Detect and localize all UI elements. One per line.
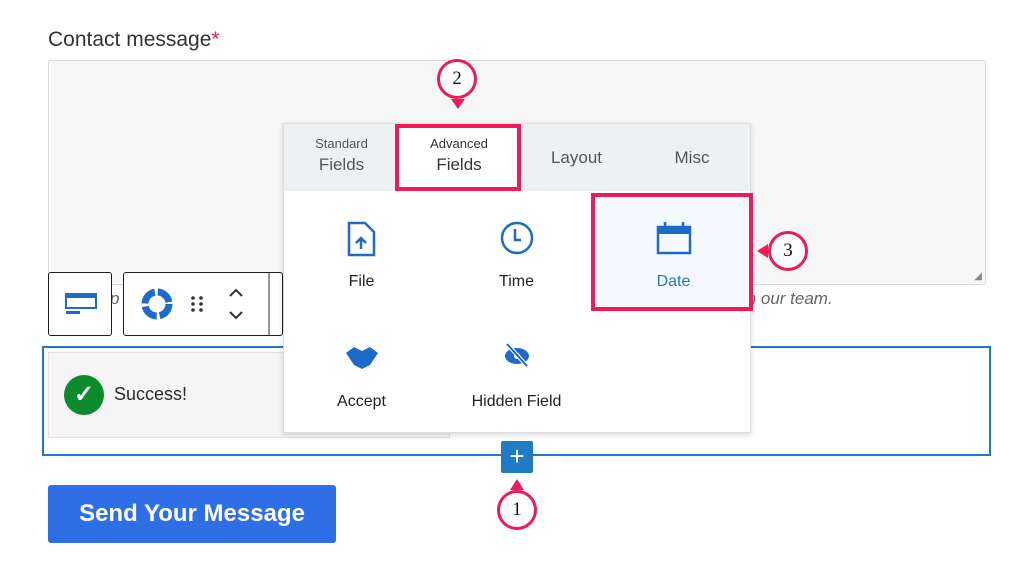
callout-pointer [510,479,524,490]
item-accept[interactable]: Accept [284,339,439,411]
item-hidden-field[interactable]: Hidden Field [439,339,594,411]
handshake-icon [346,347,378,369]
help-text: m our team. [742,289,833,308]
add-block-button[interactable]: + [501,441,533,473]
block-toolbar [123,272,283,336]
eye-slash-icon [505,342,529,368]
field-label: Contact message* [48,28,220,52]
callout-pointer [451,99,465,109]
required-mark: * [211,28,220,51]
callout-2: 2 [437,59,477,99]
drag-handle-icon[interactable] [191,296,203,312]
tab-misc[interactable]: Misc [634,124,750,191]
block-type-button[interactable] [48,272,112,336]
tab-layout[interactable]: Layout [519,124,634,191]
highlight-advanced-tab [395,124,521,191]
callout-1: 1 [497,490,537,530]
transform-icon[interactable] [141,288,173,320]
clock-icon [500,221,534,255]
move-up-down-icon[interactable] [229,288,243,320]
resize-handle[interactable]: ◢ [974,271,982,282]
item-file[interactable]: File [284,219,439,291]
label-text: Contact message [48,28,212,51]
tab-standard-fields[interactable]: Standard Fields [284,124,399,191]
send-message-button[interactable]: Send Your Message [48,485,336,543]
callout-pointer [757,244,768,258]
success-text: Success! [114,384,188,404]
file-upload-icon [347,221,376,257]
form-block-icon [65,293,97,314]
highlight-date-item [591,193,753,311]
item-time[interactable]: Time [439,219,594,291]
callout-3: 3 [768,231,808,271]
check-circle-icon: ✓ [64,375,104,415]
